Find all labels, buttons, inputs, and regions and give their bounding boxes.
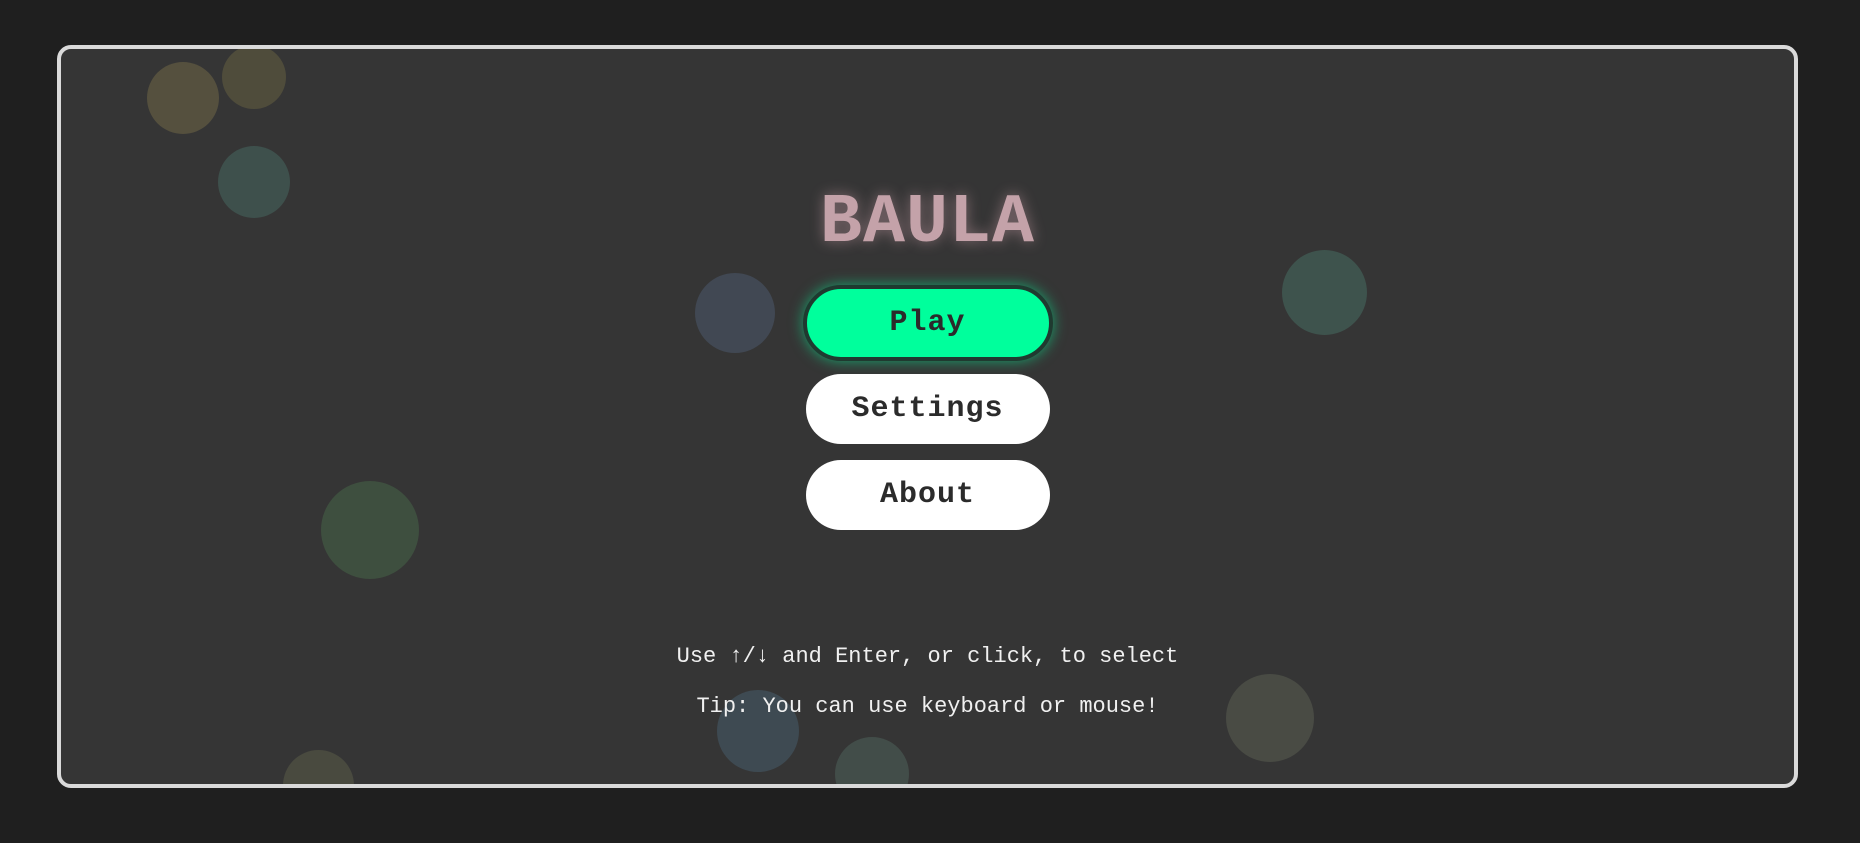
tip-text: Tip: You can use keyboard or mouse!: [696, 694, 1159, 719]
play-button[interactable]: Play: [802, 285, 1053, 361]
game-screen: BAULA Play Settings About Use ↑/↓ and En…: [57, 45, 1798, 788]
about-button[interactable]: About: [805, 460, 1050, 530]
main-menu: Play Settings About: [61, 285, 1794, 546]
background-bubble: [147, 62, 219, 134]
settings-button[interactable]: Settings: [805, 374, 1050, 444]
background-bubble: [283, 750, 354, 784]
background-bubble: [835, 737, 909, 784]
game-title: BAULA: [819, 184, 1036, 263]
controls-hint: Use ↑/↓ and Enter, or click, to select: [676, 644, 1179, 669]
background-bubble: [222, 49, 286, 109]
